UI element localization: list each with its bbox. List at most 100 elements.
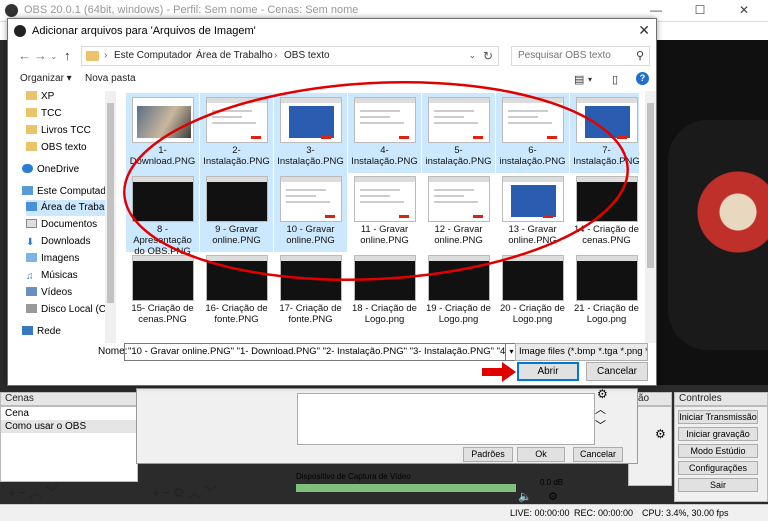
back-arrow-icon[interactable]: ← — [18, 48, 31, 63]
file-name-input[interactable]: "10 - Gravar online.PNG" "1- Download.PN… — [124, 343, 506, 361]
address-bar[interactable]: › Este Computador › Área de Trabalho › O… — [81, 46, 499, 66]
scrollbar-thumb[interactable] — [107, 103, 114, 303]
gear-icon[interactable]: ⚙ — [597, 387, 608, 401]
add-scene-button[interactable]: + — [8, 485, 19, 500]
nav-item-label: Músicas — [41, 270, 78, 281]
obs-logo-icon — [5, 4, 18, 17]
maximize-button[interactable]: ☐ — [678, 0, 722, 22]
move-down-icon[interactable]: ﹀ — [204, 485, 220, 500]
preview-image — [668, 120, 768, 350]
document-icon — [26, 219, 37, 228]
gear-icon[interactable]: ⚙ — [548, 490, 558, 503]
nav-item-label: XP — [41, 91, 55, 102]
file-type-select[interactable]: Image files (*.bmp *.tga *.png * — [515, 343, 648, 361]
scene-item[interactable]: Cena — [1, 407, 137, 420]
remove-source-button[interactable]: − — [163, 485, 174, 500]
file-name: 17- Criação de fonte.PNG — [279, 303, 342, 325]
breadcrumb-separator: › — [186, 50, 190, 61]
nav-item-label: Disco Local (C:) — [41, 304, 113, 315]
nav-item-label: OBS texto — [41, 142, 87, 153]
move-up-icon[interactable]: ︿ — [188, 485, 204, 500]
scrollbar-thumb[interactable] — [647, 103, 654, 268]
remove-scene-button[interactable]: − — [19, 485, 30, 500]
mixer-level: 0.0 dB — [540, 478, 564, 487]
network-icon — [22, 326, 33, 335]
studio-mode-button[interactable]: Modo Estúdio — [678, 444, 758, 458]
controls-header: Controles — [674, 392, 768, 406]
cancel-button[interactable]: Cancelar — [586, 362, 648, 381]
search-input[interactable] — [512, 47, 622, 64]
nav-item-label: Vídeos — [41, 287, 73, 298]
obs-preview — [640, 40, 768, 385]
forward-arrow-icon[interactable]: → — [34, 48, 47, 63]
refresh-icon[interactable]: ↻ — [483, 49, 493, 63]
file-name: 19 - Criação de Logo.png — [426, 303, 491, 325]
nav-item-label: Este Computador — [37, 186, 115, 197]
start-recording-button[interactable]: Iniciar gravação — [678, 427, 758, 441]
search-box[interactable]: ⚲ — [511, 46, 650, 66]
nav-item-documents[interactable]: Documentos — [26, 217, 116, 233]
nav-item-tcc[interactable]: TCC📌 — [26, 106, 116, 122]
properties-cancel-button[interactable]: Cancelar — [573, 447, 623, 462]
gear-icon[interactable]: ⚙ — [173, 485, 188, 500]
move-up-icon[interactable]: ︿ — [595, 401, 606, 417]
rec-time: REC: 00:00:00 — [574, 508, 634, 518]
breadcrumb-desktop[interactable]: Área de Trabalho — [196, 50, 273, 61]
chevron-down-icon[interactable]: ⌄ — [468, 50, 476, 61]
nav-item-local-disk[interactable]: Disco Local (C:) — [26, 302, 116, 318]
folder-icon — [26, 108, 37, 117]
source-toolbar: +−⚙︿﹀ — [152, 482, 220, 501]
scenes-list: Cena Como usar o OBS — [0, 406, 138, 482]
nav-item-label: Downloads — [41, 236, 91, 247]
nav-item-downloads[interactable]: ⬇ Downloads — [26, 234, 116, 250]
exit-button[interactable]: Sair — [678, 478, 758, 492]
speaker-icon[interactable]: 🔈 — [518, 490, 532, 503]
music-icon: ♫ — [26, 271, 34, 282]
defaults-button[interactable]: Padrões — [463, 447, 513, 462]
scenes-header: Cenas — [0, 392, 138, 406]
move-down-icon[interactable]: ﹀ — [595, 417, 606, 433]
red-arrow-annotation — [482, 362, 516, 382]
recent-locations-icon[interactable]: ⌄ — [50, 51, 58, 62]
disk-icon — [26, 304, 37, 313]
nav-item-videos[interactable]: Vídeos — [26, 285, 116, 301]
gear-icon[interactable]: ⚙ — [655, 427, 666, 441]
file-name: 16- Criação de fonte.PNG — [205, 303, 268, 325]
close-icon[interactable]: ✕ — [638, 22, 650, 39]
nav-item-desktop[interactable]: Área de Trabalho — [26, 200, 116, 216]
up-arrow-icon[interactable]: ↑ — [64, 48, 71, 63]
settings-button[interactable]: Configurações — [678, 461, 758, 475]
mixer-source-label: Dispositivo de Captura de Vídeo — [296, 472, 411, 481]
folder-icon — [26, 125, 37, 134]
navigation-pane: XP📌 TCC📌 Livros TCC📌 OBS texto OneDrive … — [8, 91, 116, 343]
file-name: 20 - Criação de Logo.png — [500, 303, 565, 325]
properties-list — [297, 393, 595, 445]
nav-item-obs-texto[interactable]: OBS texto — [26, 140, 116, 156]
nav-item-onedrive[interactable]: OneDrive — [22, 162, 116, 178]
nav-item-network[interactable]: Rede — [22, 324, 116, 340]
obs-logo-icon — [14, 25, 26, 37]
file-grid-scrollbar[interactable] — [645, 91, 656, 343]
nav-item-music[interactable]: ♫ Músicas — [26, 268, 116, 284]
add-source-button[interactable]: + — [152, 485, 163, 500]
nav-item-this-pc[interactable]: Este Computador — [22, 184, 116, 200]
breadcrumb-this-pc[interactable]: Este Computador — [114, 50, 192, 61]
move-up-icon[interactable]: ︿ — [29, 485, 45, 500]
computer-icon — [22, 186, 33, 195]
scene-item[interactable]: Como usar o OBS — [1, 420, 137, 433]
close-window-button[interactable]: ✕ — [722, 0, 766, 22]
breadcrumb-separator: › — [274, 50, 278, 61]
navigation-scrollbar[interactable] — [105, 91, 116, 343]
ok-button[interactable]: Ok — [517, 447, 565, 462]
organize-button[interactable]: Organizar ▾ — [20, 73, 72, 84]
nav-item-label: Rede — [37, 326, 61, 337]
start-streaming-button[interactable]: Iniciar Transmissão — [678, 410, 758, 424]
nav-item-xp[interactable]: XP📌 — [26, 91, 116, 105]
nav-item-livros-tcc[interactable]: Livros TCC📌 — [26, 123, 116, 139]
file-name: 21 - Criação de Logo.png — [574, 303, 639, 325]
nav-item-pictures[interactable]: Imagens — [26, 251, 116, 267]
open-button[interactable]: Abrir — [517, 362, 579, 381]
breadcrumb-obs-texto[interactable]: OBS texto — [284, 50, 330, 61]
obs-window-title: OBS 20.0.1 (64bit, windows) - Perfil: Se… — [24, 4, 359, 16]
move-down-icon[interactable]: ﹀ — [45, 485, 61, 500]
